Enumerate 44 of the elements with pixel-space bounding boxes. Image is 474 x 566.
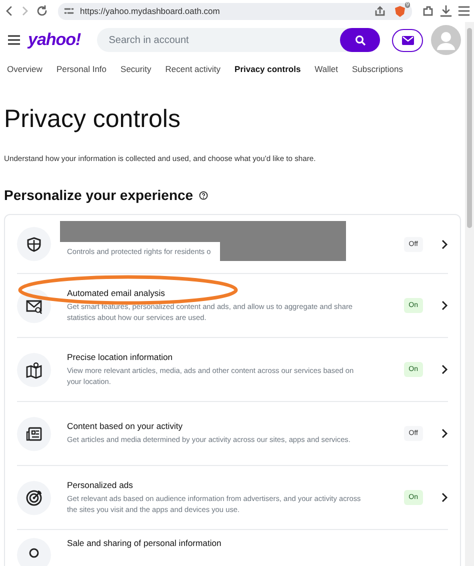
- setting-row[interactable]: Sale and sharing of personal information: [17, 530, 448, 566]
- search-button[interactable]: [340, 28, 380, 52]
- nav-tab[interactable]: Privacy controls: [234, 64, 301, 82]
- search-input[interactable]: Search in account: [96, 34, 340, 46]
- nav-tab[interactable]: Personal Info: [56, 64, 107, 82]
- nav-tab[interactable]: Recent activity: [165, 64, 221, 82]
- map-pin-icon: [25, 360, 43, 378]
- site-settings-icon[interactable]: [64, 6, 74, 16]
- target-icon: [25, 488, 43, 506]
- menu-icon[interactable]: [8, 35, 20, 45]
- shield-icon: [25, 235, 43, 253]
- nav-tab[interactable]: Wallet: [314, 64, 338, 82]
- section-title: Personalize your experience: [4, 187, 194, 203]
- download-icon[interactable]: [440, 5, 452, 17]
- share-icon[interactable]: [374, 5, 386, 17]
- chevron-right-icon: [441, 238, 448, 250]
- setting-title: Automated email analysis: [67, 288, 166, 298]
- setting-title: Content based on your activity: [67, 421, 184, 432]
- shield-icon: [394, 4, 406, 18]
- setting-title: Personalized ads: [67, 480, 134, 490]
- setting-title: Precise location information: [67, 352, 174, 362]
- mail-icon: [402, 36, 414, 44]
- nav-tab[interactable]: Security: [120, 64, 152, 82]
- url-text: https://yahoo.mydashboard.oath.com: [80, 6, 221, 16]
- search-icon: [354, 34, 366, 46]
- chevron-right-icon: [441, 428, 448, 439]
- help-icon[interactable]: [199, 190, 208, 200]
- menu-icon[interactable]: [458, 5, 470, 17]
- chevron-right-icon: [441, 364, 448, 375]
- setting-title: Sale and sharing of personal information: [67, 538, 222, 548]
- chevron-right-icon: [441, 492, 448, 503]
- mail-button[interactable]: [392, 28, 423, 52]
- nav-tab[interactable]: Overview: [7, 64, 42, 82]
- newspaper-icon: [25, 424, 43, 442]
- page-title: Privacy controls: [4, 105, 182, 134]
- chevron-right-icon: [441, 300, 448, 311]
- back-icon[interactable]: [4, 5, 14, 17]
- reload-icon[interactable]: [36, 5, 48, 17]
- search-field[interactable]: Search in account: [96, 28, 380, 52]
- logo[interactable]: yahoo!: [28, 30, 81, 50]
- scrollbar[interactable]: [465, 22, 474, 566]
- extension-icon[interactable]: [422, 5, 434, 17]
- scroll-thumb[interactable]: [467, 28, 472, 228]
- nav-tab[interactable]: Subscriptions: [352, 64, 404, 82]
